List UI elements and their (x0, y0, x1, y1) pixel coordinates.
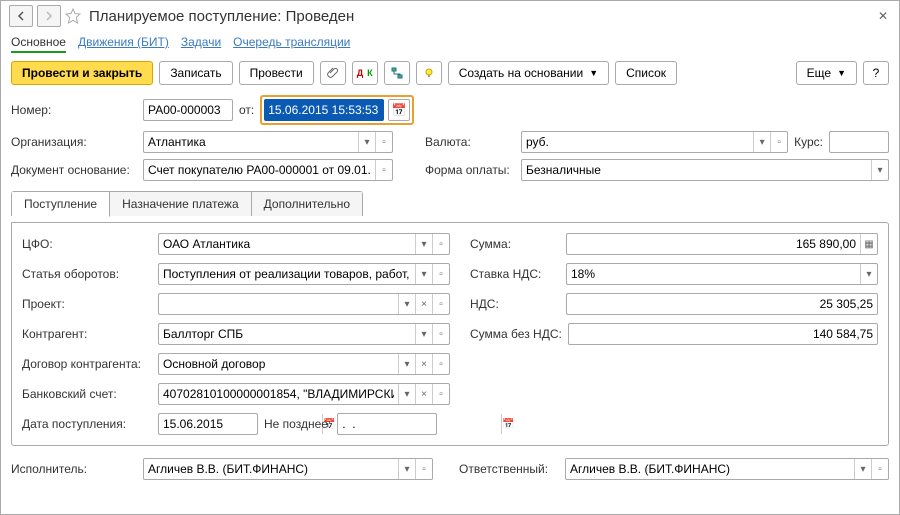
create-based-button[interactable]: Создать на основании▼ (448, 61, 609, 85)
back-button[interactable] (9, 5, 33, 27)
contr-combo[interactable]: ▾▫ (158, 323, 450, 345)
vatrate-combo[interactable]: ▾ (566, 263, 878, 285)
tab-tasks[interactable]: Задачи (181, 33, 221, 53)
tab-main[interactable]: Основное (11, 33, 66, 53)
project-label: Проект: (22, 297, 152, 311)
sum-label: Сумма: (470, 237, 560, 251)
nolater-input[interactable]: 📅 (337, 413, 437, 435)
number-label: Номер: (11, 103, 137, 117)
bank-combo[interactable]: ▾×▫ (158, 383, 450, 405)
calendar-icon[interactable]: 📅 (388, 99, 410, 121)
cfo-label: ЦФО: (22, 237, 152, 251)
dk-button[interactable]: ДК (352, 61, 378, 85)
from-label: от: (239, 103, 254, 117)
save-button[interactable]: Записать (159, 61, 232, 85)
sumnovat-input[interactable] (568, 323, 878, 345)
rate-label: Курс: (794, 135, 823, 149)
payform-label: Форма оплаты: (425, 163, 515, 177)
exec-label: Исполнитель: (11, 462, 137, 476)
date-input[interactable] (264, 99, 384, 121)
tab-payment-purpose[interactable]: Назначение платежа (110, 192, 252, 216)
sum-input[interactable]: ▦ (566, 233, 878, 255)
cfo-combo[interactable]: ▾▫ (158, 233, 450, 255)
vat-label: НДС: (470, 297, 560, 311)
org-label: Организация: (11, 135, 137, 149)
attach-button[interactable] (320, 61, 346, 85)
bank-label: Банковский счет: (22, 387, 152, 401)
payform-combo[interactable]: ▾ (521, 159, 889, 181)
org-combo[interactable]: ▾▫ (143, 131, 393, 153)
bulb-button[interactable] (416, 61, 442, 85)
contr-label: Контрагент: (22, 327, 152, 341)
number-input[interactable] (143, 99, 233, 121)
nolater-label: Не позднее: (264, 417, 331, 431)
tab-additional[interactable]: Дополнительно (252, 192, 362, 216)
resp-combo[interactable]: ▾▫ (565, 458, 889, 480)
currency-label: Валюта: (425, 135, 515, 149)
flow-button[interactable] (384, 61, 410, 85)
vatrate-label: Ставка НДС: (470, 267, 560, 281)
resp-label: Ответственный: (459, 462, 559, 476)
basedoc-combo[interactable]: ▫ (143, 159, 393, 181)
tab-movements[interactable]: Движения (БИТ) (78, 33, 169, 53)
article-combo[interactable]: ▾▫ (158, 263, 450, 285)
contract-label: Договор контрагента: (22, 357, 152, 371)
forward-button[interactable] (37, 5, 61, 27)
tab-queue[interactable]: Очередь трансляции (233, 33, 350, 53)
currency-combo[interactable]: ▾▫ (521, 131, 788, 153)
arrdate-label: Дата поступления: (22, 417, 152, 431)
tab-receipt[interactable]: Поступление (12, 192, 110, 217)
post-button[interactable]: Провести (239, 61, 314, 85)
favorite-icon[interactable] (65, 8, 81, 24)
contract-combo[interactable]: ▾×▫ (158, 353, 450, 375)
project-combo[interactable]: ▾×▫ (158, 293, 450, 315)
post-and-close-button[interactable]: Провести и закрыть (11, 61, 153, 85)
exec-combo[interactable]: ▾▫ (143, 458, 433, 480)
close-button[interactable]: ✕ (875, 8, 891, 24)
vat-input[interactable] (566, 293, 878, 315)
arrdate-input[interactable]: 📅 (158, 413, 258, 435)
basedoc-label: Документ основание: (11, 163, 137, 177)
help-button[interactable]: ? (863, 61, 889, 85)
rate-input[interactable]: ▦ (829, 131, 889, 153)
list-button[interactable]: Список (615, 61, 677, 85)
sumnovat-label: Сумма без НДС: (470, 327, 562, 341)
more-button[interactable]: Еще▼ (796, 61, 857, 85)
article-label: Статья оборотов: (22, 267, 152, 281)
page-title: Планируемое поступление: Проведен (89, 8, 354, 25)
